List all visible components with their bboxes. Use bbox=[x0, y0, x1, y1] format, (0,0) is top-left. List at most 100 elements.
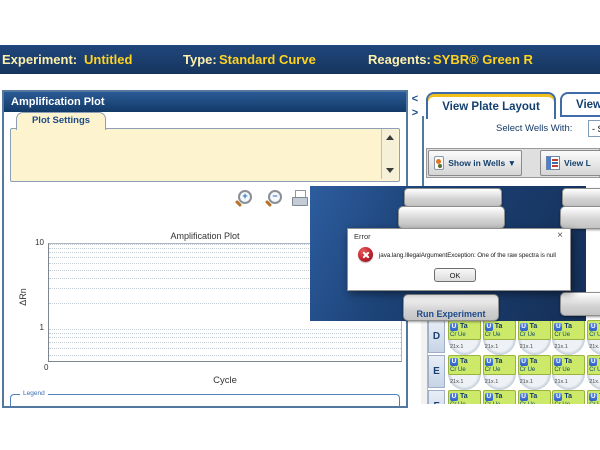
well-detail-label: Cr Ue bbox=[589, 331, 600, 339]
legend-label: Legend bbox=[20, 390, 48, 397]
settings-scrollbar[interactable] bbox=[381, 129, 397, 179]
gridline bbox=[49, 337, 401, 338]
plate-row-label: F bbox=[428, 390, 445, 404]
well-detail-label: Cr Ue bbox=[485, 331, 514, 339]
ok-button[interactable]: OK bbox=[434, 268, 476, 282]
error-icon bbox=[358, 247, 373, 262]
well-detail-label: Cr Ue bbox=[485, 401, 514, 404]
plate-well[interactable]: UTaCr Ue 21x.1 bbox=[448, 320, 481, 355]
y-tick-10: 10 bbox=[30, 238, 44, 247]
well-detail-label: Cr Ue bbox=[520, 366, 549, 374]
unknown-sample-icon: U bbox=[485, 323, 493, 331]
plate-well[interactable]: UTaCr Ue21x.1 bbox=[518, 320, 551, 355]
modal-button-stub[interactable] bbox=[560, 292, 600, 316]
plate-well[interactable]: UTaCr Ue21x.1 bbox=[518, 355, 551, 390]
unknown-sample-icon: U bbox=[485, 358, 493, 366]
well-detail-label: Cr Ue bbox=[589, 366, 600, 374]
select-wells-dropdown[interactable]: - S bbox=[588, 120, 600, 137]
tab-plot-settings[interactable]: Plot Settings bbox=[16, 112, 106, 130]
gridline bbox=[49, 329, 401, 330]
tab-view-well-table[interactable]: View bbox=[560, 92, 600, 117]
well-gap-label: 21x.1 bbox=[554, 344, 567, 350]
unknown-sample-icon: U bbox=[520, 393, 528, 401]
amplification-panel-title: Amplification Plot bbox=[4, 92, 406, 112]
well-target-label: Ta bbox=[530, 323, 538, 330]
modal-button-stub[interactable] bbox=[562, 188, 600, 207]
well-gap-label: 21x.1 bbox=[485, 379, 498, 385]
well-detail-label: Cr Ue bbox=[554, 401, 583, 404]
unknown-sample-icon: U bbox=[589, 393, 597, 401]
scroll-up-icon[interactable] bbox=[386, 131, 394, 140]
unknown-sample-icon: U bbox=[485, 393, 493, 401]
well-gap-label: 21x.1 bbox=[485, 344, 498, 350]
unknown-sample-icon: U bbox=[450, 358, 458, 366]
plate-well[interactable]: UTaCr Ue 21x.1 bbox=[552, 355, 585, 390]
error-dialog-title: Error bbox=[354, 232, 371, 241]
modal-button-stub[interactable] bbox=[398, 206, 505, 229]
well-gap-label: 21x.1 bbox=[450, 344, 463, 350]
plate-well[interactable]: UTaCr Ue21x.1 bbox=[483, 390, 516, 404]
run-experiment-button[interactable]: Run Experiment bbox=[403, 294, 499, 321]
plate-scroll-strip[interactable] bbox=[421, 316, 428, 404]
gridline bbox=[49, 348, 401, 349]
view-legend-button[interactable]: View L bbox=[540, 150, 600, 176]
well-target-label: Ta bbox=[530, 393, 538, 400]
error-dialog: Error × java.lang.IllegalArgumentExcepti… bbox=[347, 228, 571, 291]
well-detail-label: Cr Ue bbox=[450, 401, 479, 404]
well-detail-label: Cr Ue bbox=[589, 401, 600, 404]
close-icon[interactable]: × bbox=[557, 230, 563, 241]
reagents-value: SYBR® Green R bbox=[433, 45, 533, 74]
plate-row-label: D bbox=[428, 320, 445, 353]
x-axis-label: Cycle bbox=[155, 375, 295, 386]
well-detail-label: Cr Ue bbox=[485, 366, 514, 374]
plate-well[interactable]: UTaCr Ue21x.1 bbox=[587, 390, 600, 404]
well-target-label: Ta bbox=[460, 323, 468, 330]
plate-well[interactable]: UTaCr Ue21x.1 bbox=[448, 390, 481, 404]
gridline bbox=[49, 342, 401, 343]
unknown-sample-icon: U bbox=[554, 358, 562, 366]
gridline bbox=[49, 333, 401, 334]
modal-button-stub[interactable] bbox=[560, 206, 600, 229]
well-target-label: Ta bbox=[530, 358, 538, 365]
plate-well[interactable]: UTaCr Ue21x.1 bbox=[483, 320, 516, 355]
show-in-wells-button[interactable]: Show in Wells ▼ bbox=[428, 150, 522, 176]
tab-view-plate-layout[interactable]: View Plate Layout bbox=[426, 92, 556, 119]
scroll-down-icon[interactable] bbox=[386, 168, 394, 177]
select-wells-label: Select Wells With: bbox=[496, 123, 572, 134]
zoom-in-icon[interactable]: + bbox=[238, 190, 252, 204]
plate-well[interactable]: UTaCr Ue 21x.1 bbox=[483, 355, 516, 390]
legend-table-icon bbox=[546, 156, 560, 170]
zoom-out-icon[interactable]: − bbox=[268, 190, 282, 204]
expand-right-icon[interactable]: > bbox=[410, 107, 420, 119]
well-gap-label: 21x.1 bbox=[589, 344, 600, 350]
plate-well[interactable]: UTaCr Ue21x.1 bbox=[587, 355, 600, 390]
well-detail-label: Cr Ue bbox=[554, 366, 583, 374]
experiment-value: Untitled bbox=[84, 45, 132, 74]
well-gap-label: 21x.1 bbox=[450, 379, 463, 385]
unknown-sample-icon: U bbox=[450, 393, 458, 401]
plate-well[interactable]: UTaCr Ue21x.1 bbox=[552, 320, 585, 355]
well-gap-label: 21x.1 bbox=[554, 379, 567, 385]
well-detail-label: Cr Ue bbox=[520, 331, 549, 339]
unknown-sample-icon: U bbox=[520, 323, 528, 331]
well-target-label: Ta bbox=[495, 358, 503, 365]
plate-grid[interactable]: DUTaCr Ue21x.1UTaCr Ue21x.1UTaCr Ue21x.1… bbox=[421, 316, 600, 404]
print-icon-body[interactable] bbox=[292, 197, 308, 206]
well-detail-label: Cr Ue bbox=[450, 331, 479, 339]
well-target-label: Ta bbox=[564, 358, 572, 365]
plate-well[interactable]: UTaCr Ue21x.1 bbox=[518, 390, 551, 404]
y-tick-1: 1 bbox=[30, 323, 44, 332]
reagents-label: Reagents: bbox=[368, 45, 431, 74]
unknown-sample-icon: U bbox=[450, 323, 458, 331]
plate-well[interactable]: UTaCr Ue21x.1 bbox=[448, 355, 481, 390]
collapse-left-icon[interactable]: < bbox=[410, 93, 420, 105]
plate-well[interactable]: UTaCr Ue21x.1 bbox=[587, 320, 600, 355]
plate-well[interactable]: UTaCr Ue21x.1 bbox=[552, 390, 585, 404]
gridline bbox=[49, 355, 401, 356]
modal-button-stub[interactable] bbox=[404, 188, 502, 207]
unknown-sample-icon: U bbox=[589, 323, 597, 331]
unknown-sample-icon: U bbox=[520, 358, 528, 366]
well-detail-label: Cr Ue bbox=[450, 366, 479, 374]
wells-color-icon bbox=[434, 156, 444, 170]
unknown-sample-icon: U bbox=[589, 358, 597, 366]
